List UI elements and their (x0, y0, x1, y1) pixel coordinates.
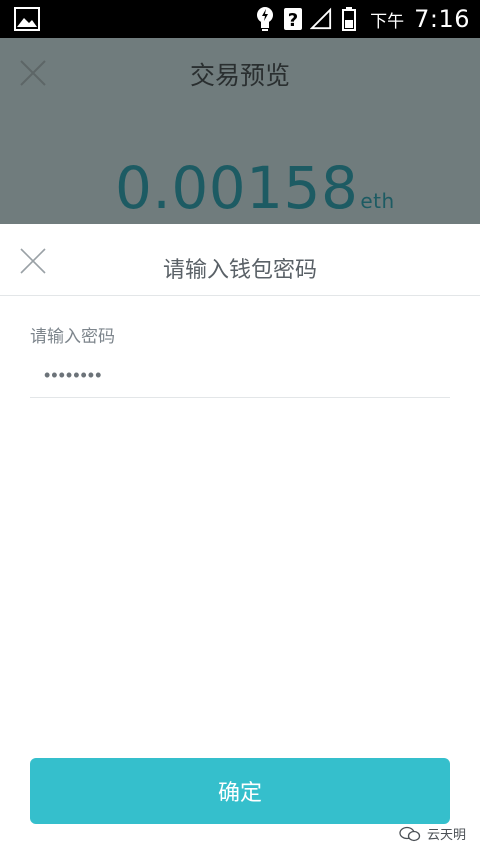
amount-unit: eth (360, 189, 395, 213)
amount-value: 0.00158 (115, 154, 359, 222)
page-title: 交易预览 (189, 61, 290, 90)
svg-text:?: ? (288, 10, 298, 31)
transaction-preview-backdrop: 交易预览 0.00158 eth (0, 38, 480, 224)
watermark: 云天明 (399, 824, 466, 843)
password-label: 请输入密码 (30, 327, 115, 347)
question-icon: ? (282, 6, 304, 32)
watermark-text: 云天明 (426, 828, 466, 843)
sheet-title: 请输入钱包密码 (162, 258, 317, 283)
status-ampm: 下午 (370, 11, 405, 32)
lightbulb-icon (254, 6, 276, 32)
status-bar-right: ? 下午 7:16 (254, 0, 470, 38)
status-bar: ? 下午 7:16 (0, 0, 480, 38)
status-time: 7:16 (414, 5, 470, 33)
amount-display: 0.00158 eth (115, 154, 395, 222)
password-sheet: 请输入钱包密码 请输入密码 确定 云天明 (0, 224, 480, 854)
password-input[interactable] (30, 354, 450, 398)
sheet-header: 请输入钱包密码 (0, 224, 480, 296)
confirm-button[interactable]: 确定 (30, 758, 450, 824)
wechat-icon (399, 826, 421, 841)
gallery-icon (14, 7, 40, 31)
battery-icon (338, 6, 360, 32)
signal-icon (310, 6, 332, 32)
